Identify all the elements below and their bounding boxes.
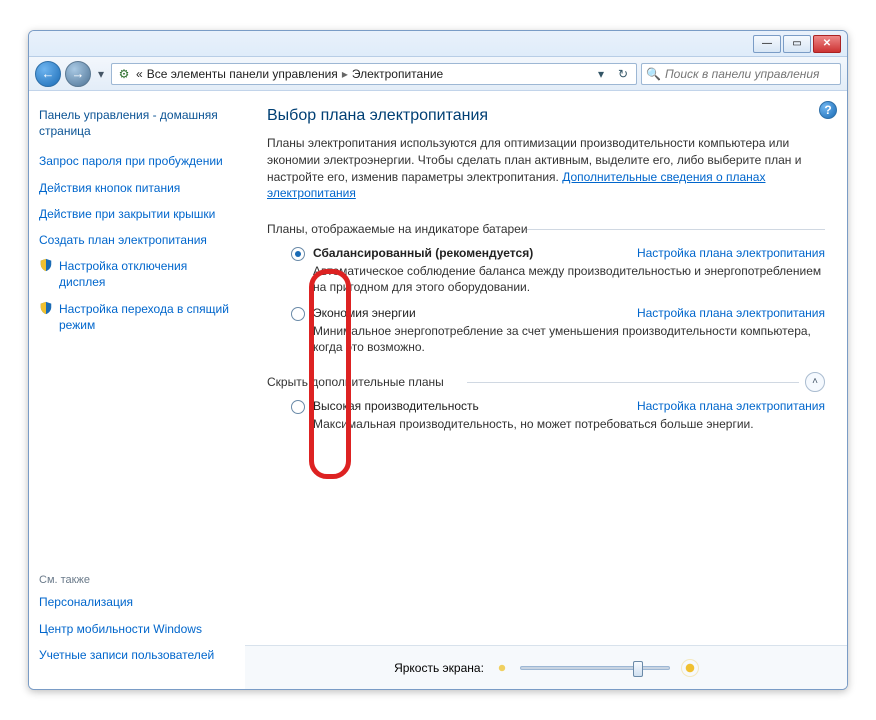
sidebar: Панель управления - домашняя страница За…	[29, 91, 245, 689]
address-dropdown-icon[interactable]: ▾	[592, 65, 610, 83]
control-panel-home-link[interactable]: Панель управления - домашняя страница	[39, 107, 235, 139]
main-content: ? Выбор плана электропитания Планы элект…	[245, 91, 847, 689]
page-description: Планы электропитания используются для оп…	[267, 135, 825, 202]
shield-icon	[39, 258, 53, 272]
search-box[interactable]: 🔍	[641, 63, 841, 85]
plan-highperf-desc: Максимальная производительность, но може…	[313, 416, 825, 432]
titlebar: — ▭ ✕	[29, 31, 847, 57]
brightness-slider[interactable]	[520, 666, 670, 670]
sidebar-link-display-off[interactable]: Настройка отключения дисплея	[59, 258, 235, 290]
sidebar-link-sleep-mode[interactable]: Настройка перехода в спящий режим	[59, 301, 235, 333]
search-icon: 🔍	[646, 67, 661, 81]
plan-highperf-radio[interactable]	[291, 400, 305, 414]
forward-button[interactable]: →	[65, 61, 91, 87]
page-title: Выбор плана электропитания	[267, 107, 825, 125]
plan-balanced: Сбалансированный (рекомендуется) Настрой…	[291, 246, 825, 295]
see-also-mobility-center[interactable]: Центр мобильности Windows	[39, 621, 235, 637]
control-panel-icon: ⚙	[116, 66, 132, 82]
see-also-heading: См. также	[39, 574, 235, 586]
shield-icon	[39, 301, 53, 315]
plan-powersaver-desc: Минимальное энергопотребление за счет ум…	[313, 323, 825, 355]
breadcrumb-all-items[interactable]: Все элементы панели управления	[147, 67, 338, 81]
sidebar-link-create-plan[interactable]: Создать план электропитания	[39, 232, 235, 248]
brightness-label: Яркость экрана:	[394, 661, 484, 675]
plan-highperf: Высокая производительность Настройка пла…	[291, 399, 825, 432]
sidebar-link-power-buttons[interactable]: Действия кнопок питания	[39, 180, 235, 196]
sidebar-link-password[interactable]: Запрос пароля при пробуждении	[39, 153, 235, 169]
breadcrumb-separator-icon: ▸	[342, 67, 348, 81]
brightness-bar: Яркость экрана:	[245, 645, 847, 689]
plan-highperf-settings-link[interactable]: Настройка плана электропитания	[637, 399, 825, 413]
history-dropdown-icon[interactable]: ▾	[95, 67, 107, 81]
brightness-low-icon	[496, 662, 508, 674]
refresh-icon[interactable]: ↻	[614, 65, 632, 83]
plan-powersaver: Экономия энергии Настройка плана электро…	[291, 306, 825, 355]
plan-powersaver-radio[interactable]	[291, 307, 305, 321]
help-icon[interactable]: ?	[819, 101, 837, 119]
battery-plans-heading: Планы, отображаемые на индикаторе батаре…	[267, 222, 825, 236]
plan-highperf-name[interactable]: Высокая производительность	[313, 399, 479, 413]
breadcrumb-power[interactable]: Электропитание	[352, 67, 443, 81]
back-button[interactable]: ←	[35, 61, 61, 87]
collapse-button[interactable]: ˄	[805, 372, 825, 392]
close-button[interactable]: ✕	[813, 35, 841, 53]
hide-additional-plans-heading[interactable]: Скрыть дополнительные планы ˄	[267, 375, 825, 389]
minimize-button[interactable]: —	[753, 35, 781, 53]
brightness-slider-thumb[interactable]	[633, 661, 643, 677]
plan-balanced-radio[interactable]	[291, 247, 305, 261]
plan-balanced-name[interactable]: Сбалансированный (рекомендуется)	[313, 246, 533, 260]
breadcrumb-prefix: «	[136, 67, 143, 81]
maximize-button[interactable]: ▭	[783, 35, 811, 53]
window-frame: — ▭ ✕ ← → ▾ ⚙ « Все элементы панели упра…	[28, 30, 848, 690]
plan-balanced-desc: Автоматическое соблюдение баланса между …	[313, 263, 825, 295]
see-also-section: См. также Персонализация Центр мобильнос…	[39, 564, 235, 673]
sidebar-link-lid-action[interactable]: Действие при закрытии крышки	[39, 206, 235, 222]
plan-powersaver-name[interactable]: Экономия энергии	[313, 306, 416, 320]
plan-powersaver-settings-link[interactable]: Настройка плана электропитания	[637, 306, 825, 320]
navigation-bar: ← → ▾ ⚙ « Все элементы панели управления…	[29, 57, 847, 91]
address-bar[interactable]: ⚙ « Все элементы панели управления ▸ Эле…	[111, 63, 637, 85]
body-area: Панель управления - домашняя страница За…	[29, 91, 847, 689]
see-also-personalization[interactable]: Персонализация	[39, 594, 235, 610]
plan-balanced-settings-link[interactable]: Настройка плана электропитания	[637, 246, 825, 260]
brightness-high-icon	[682, 660, 698, 676]
search-input[interactable]	[665, 67, 836, 81]
see-also-user-accounts[interactable]: Учетные записи пользователей	[39, 647, 235, 663]
